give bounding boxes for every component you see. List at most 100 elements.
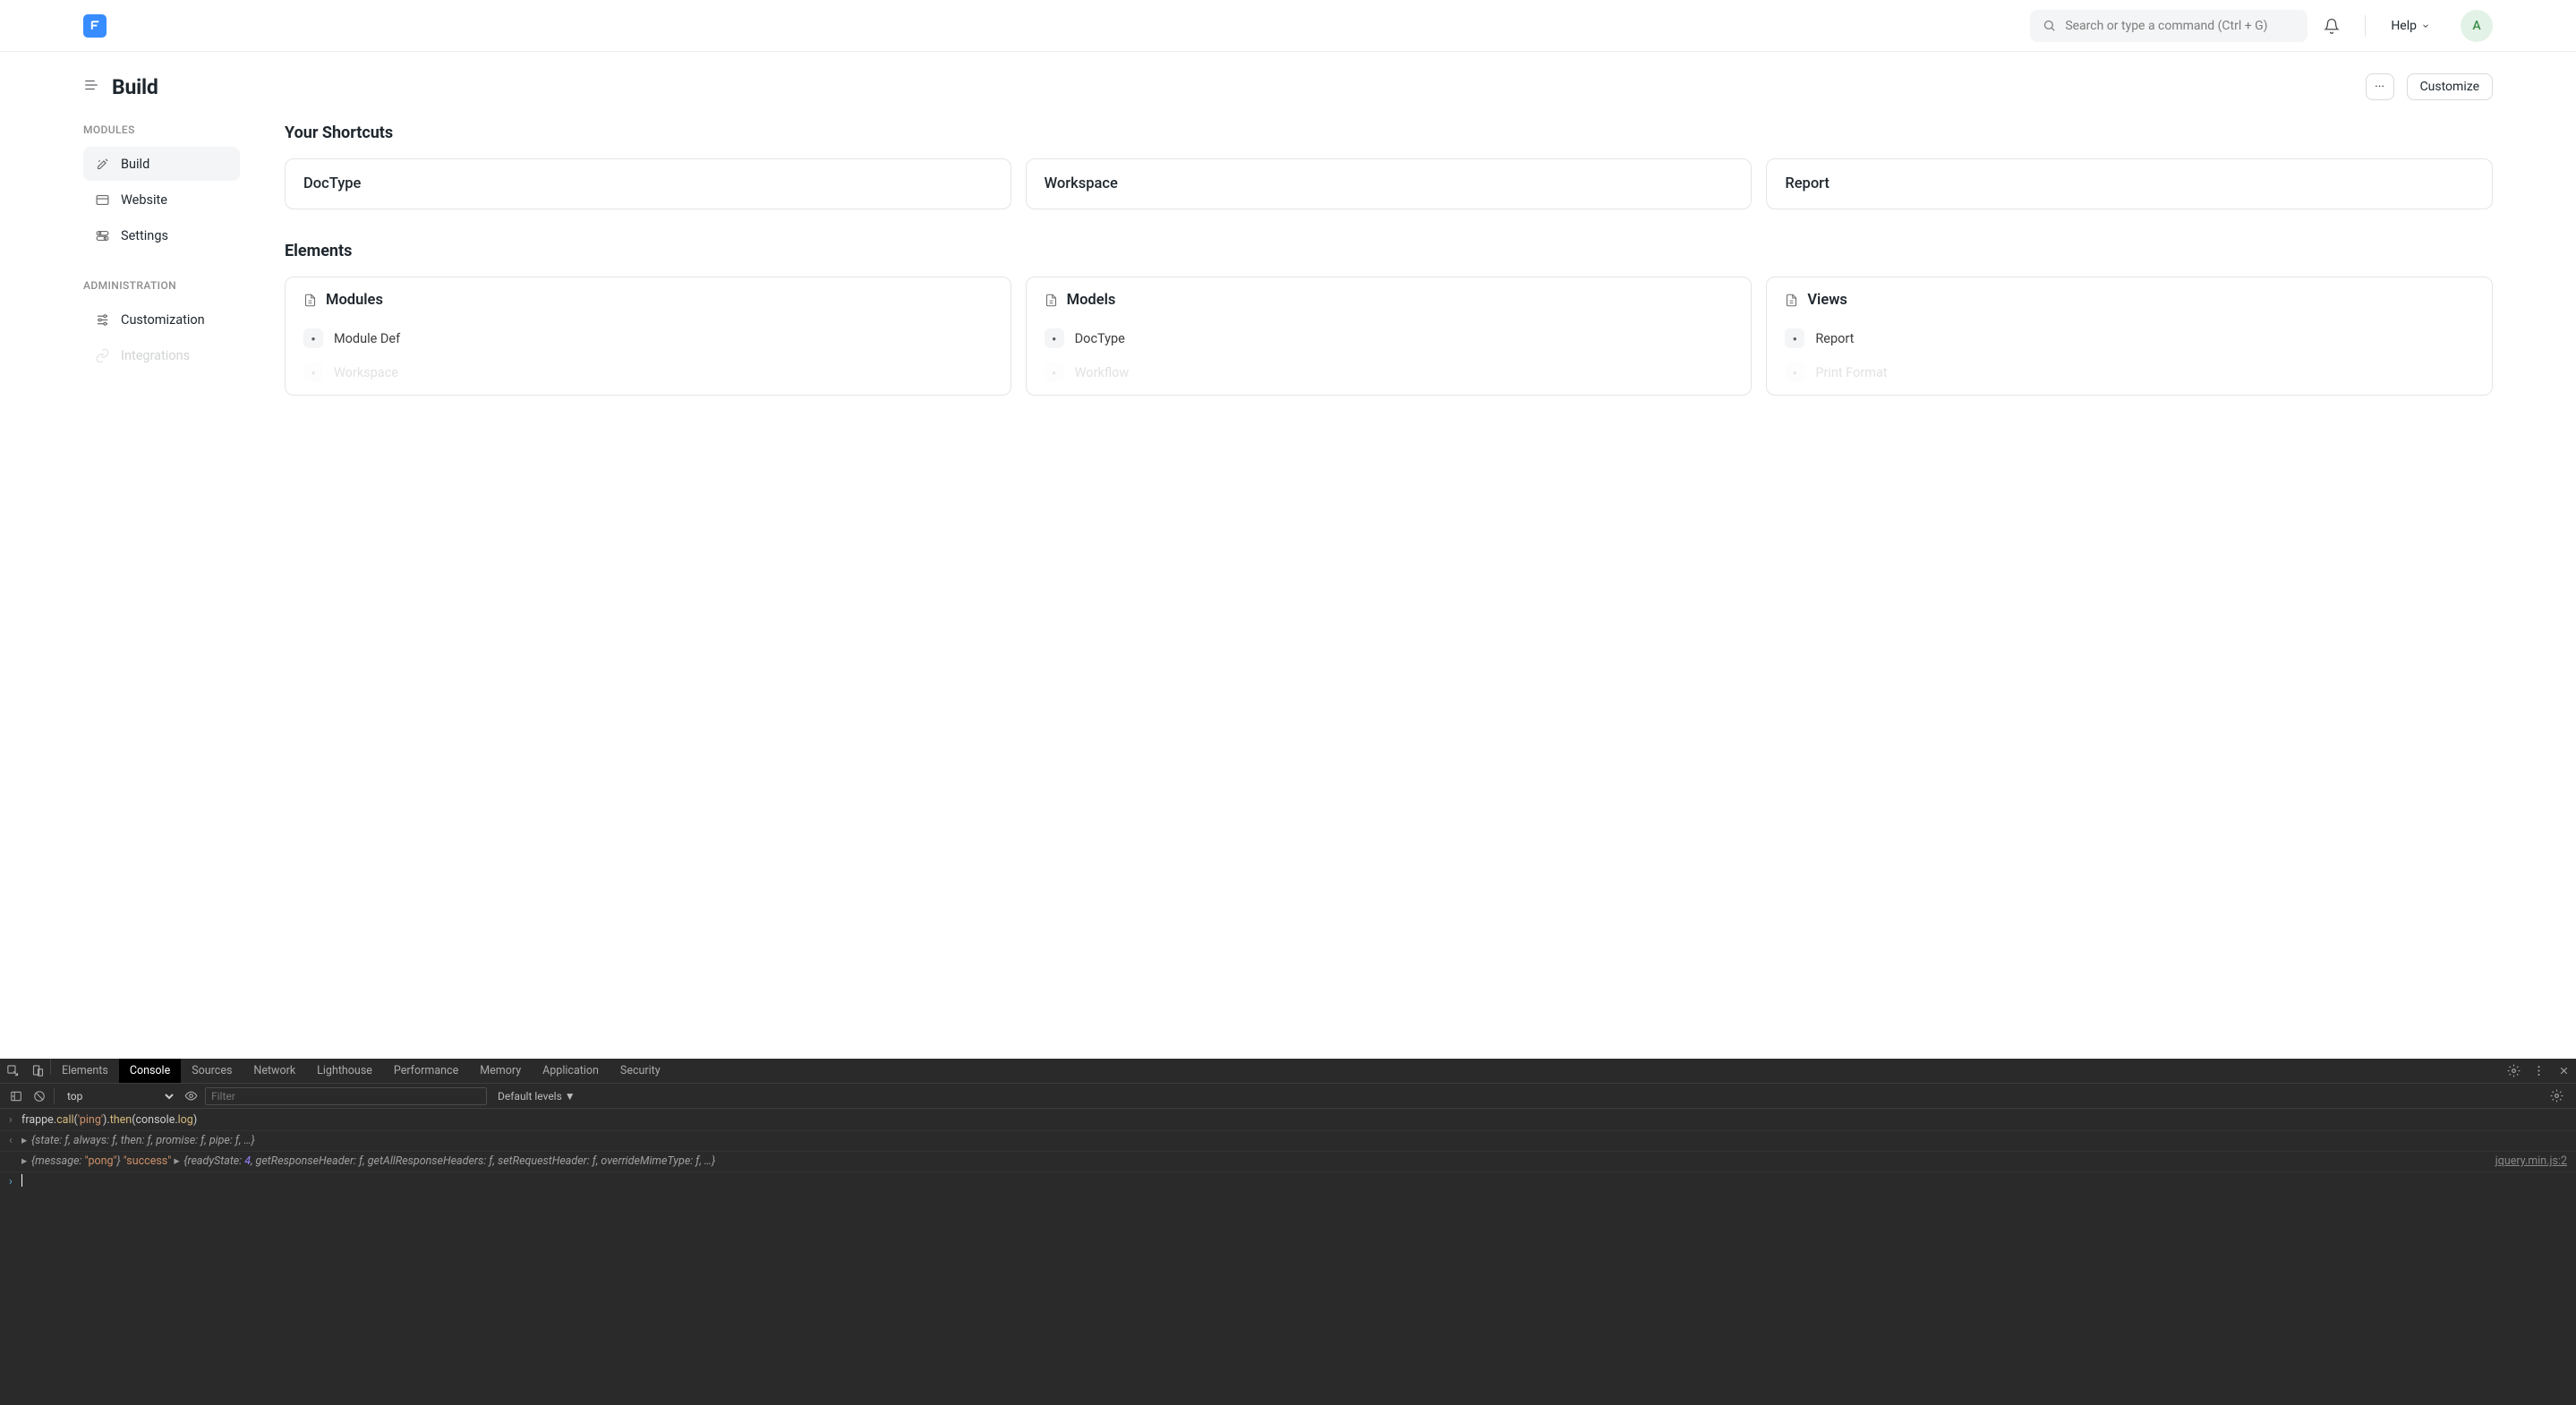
shortcut-label: Workspace xyxy=(1045,175,1118,192)
devtools-settings-button[interactable] xyxy=(2501,1059,2526,1083)
bullet-icon: ● xyxy=(303,362,323,382)
console-prompt-line[interactable]: › xyxy=(0,1172,2576,1192)
devtools-tab-console[interactable]: Console xyxy=(119,1059,181,1083)
element-card-models: Models ● DocType ●Workflow xyxy=(1026,277,1753,396)
console-object[interactable]: {readyState: 4, getResponseHeader: ƒ, ge… xyxy=(183,1154,715,1170)
tools-icon xyxy=(94,156,110,172)
shortcuts-grid: DocType Workspace Report xyxy=(285,158,2493,209)
devtools-close-button[interactable] xyxy=(2551,1059,2576,1083)
page-title: Build xyxy=(112,75,158,99)
shortcuts-title: Your Shortcuts xyxy=(285,123,2493,142)
element-card-views: Views ●Report ●Print Format xyxy=(1766,277,2493,396)
sidebar-item-label: Website xyxy=(121,192,167,208)
ban-icon xyxy=(33,1090,46,1103)
card-title: Models xyxy=(1067,292,1116,309)
device-icon xyxy=(31,1064,45,1077)
chevron-down-icon xyxy=(2421,21,2430,30)
console-toolbar: top Default levels ▼ xyxy=(0,1084,2576,1109)
element-item[interactable]: ● Workspace xyxy=(303,355,993,389)
element-item[interactable]: ●Print Format xyxy=(1785,355,2474,389)
global-search[interactable]: Search or type a command (Ctrl + G) xyxy=(2030,10,2307,42)
document-icon xyxy=(1045,294,1058,307)
bullet-icon: ● xyxy=(303,328,323,348)
user-avatar[interactable]: A xyxy=(2461,10,2493,42)
devtools-tabbar: Elements Console Sources Network Lightho… xyxy=(0,1059,2576,1084)
bell-icon xyxy=(2324,18,2340,34)
app-body: Build ··· Customize MODULES Build Websi xyxy=(0,52,2576,1405)
element-item-label: Workflow xyxy=(1075,365,1130,380)
spacer xyxy=(83,254,240,279)
elements-grid: Modules ●Module Def ● Workspace Models ● D… xyxy=(285,277,2493,396)
console-object[interactable]: {state: ƒ, always: ƒ, then: ƒ, promise: … xyxy=(31,1133,255,1149)
console-sidebar-toggle[interactable] xyxy=(7,1090,25,1103)
live-expression-button[interactable] xyxy=(182,1089,200,1103)
element-item[interactable]: ● DocType xyxy=(1045,321,1734,355)
devtools-menu-button[interactable] xyxy=(2526,1059,2551,1083)
sidebar-section-modules: MODULES xyxy=(83,123,240,136)
log-levels-dropdown[interactable]: Default levels ▼ xyxy=(492,1090,581,1103)
element-item[interactable]: ●Module Def xyxy=(303,321,993,355)
help-label: Help xyxy=(2391,19,2417,33)
help-dropdown[interactable]: Help xyxy=(2385,19,2435,33)
sidebar-item-integrations[interactable]: Integrations xyxy=(83,338,240,372)
inspect-element-button[interactable] xyxy=(0,1059,25,1083)
page-header: Build ··· Customize xyxy=(0,52,2576,100)
close-icon xyxy=(2558,1065,2570,1077)
app-logo[interactable] xyxy=(83,14,107,38)
shortcut-report[interactable]: Report xyxy=(1766,158,2493,209)
element-item-label: DocType xyxy=(1075,331,1125,346)
devtools-tab-elements[interactable]: Elements xyxy=(51,1059,119,1083)
context-selector[interactable]: top xyxy=(60,1087,176,1105)
main-content: Your Shortcuts DocType Workspace Report … xyxy=(285,123,2493,1059)
expand-arrow-icon[interactable]: ▸ xyxy=(21,1154,29,1170)
bullet-icon: ● xyxy=(1045,328,1064,348)
console-filter-input[interactable] xyxy=(205,1087,487,1105)
console-code: frappe.call('ping').then(console.log) xyxy=(21,1112,197,1128)
gear-icon xyxy=(2550,1089,2563,1103)
notifications-button[interactable] xyxy=(2318,13,2345,39)
more-actions-button[interactable]: ··· xyxy=(2366,73,2394,100)
element-item-label: Workspace xyxy=(334,365,398,380)
divider xyxy=(54,1088,55,1104)
shortcut-label: Report xyxy=(1785,175,1830,192)
sidebar-item-build[interactable]: Build xyxy=(83,147,240,181)
expand-arrow-icon[interactable]: ▸ xyxy=(21,1133,29,1149)
sidebar-item-label: Integrations xyxy=(121,348,190,363)
bullet-icon: ● xyxy=(1785,328,1804,348)
return-icon: ‹ xyxy=(9,1133,21,1149)
expand-arrow-icon[interactable]: ▸ xyxy=(174,1154,181,1170)
source-link[interactable]: jquery.min.js:2 xyxy=(2495,1154,2567,1170)
console-value[interactable]: "success" xyxy=(124,1154,171,1170)
sidebar-item-label: Customization xyxy=(121,312,205,328)
devtools-tab-security[interactable]: Security xyxy=(610,1059,671,1083)
search-placeholder: Search or type a command (Ctrl + G) xyxy=(2065,19,2267,33)
devtools-tab-sources[interactable]: Sources xyxy=(181,1059,243,1083)
devtools-tab-lighthouse[interactable]: Lighthouse xyxy=(306,1059,383,1083)
card-title: Modules xyxy=(326,292,383,309)
customize-label: Customize xyxy=(2420,80,2479,94)
sidebar-item-customization[interactable]: Customization xyxy=(83,302,240,336)
device-toggle-button[interactable] xyxy=(25,1059,50,1083)
shortcut-doctype[interactable]: DocType xyxy=(285,158,1011,209)
devtools-tab-performance[interactable]: Performance xyxy=(383,1059,469,1083)
card-header: Models xyxy=(1045,292,1734,309)
devtools-tab-network[interactable]: Network xyxy=(243,1059,306,1083)
element-item-label: Report xyxy=(1815,331,1854,346)
customize-button[interactable]: Customize xyxy=(2407,73,2493,100)
sidebar-toggle[interactable] xyxy=(83,77,99,97)
element-item[interactable]: ●Workflow xyxy=(1045,355,1734,389)
devtools-tab-memory[interactable]: Memory xyxy=(469,1059,532,1083)
console-value[interactable]: {message: "pong"} xyxy=(31,1154,121,1170)
sidebar: MODULES Build Website Settings xyxy=(83,123,240,1059)
sidebar-item-website[interactable]: Website xyxy=(83,183,240,217)
element-item[interactable]: ● Report xyxy=(1785,321,2474,355)
devtools-tab-application[interactable]: Application xyxy=(532,1059,610,1083)
sidebar-section-admin: ADMINISTRATION xyxy=(83,279,240,292)
search-icon xyxy=(2043,19,2056,32)
console-output[interactable]: › frappe.call('ping').then(console.log) … xyxy=(0,1109,2576,1405)
content: MODULES Build Website Settings xyxy=(0,100,2576,1059)
sidebar-item-settings[interactable]: Settings xyxy=(83,218,240,252)
shortcut-workspace[interactable]: Workspace xyxy=(1026,158,1753,209)
console-settings-button[interactable] xyxy=(2544,1089,2569,1103)
clear-console-button[interactable] xyxy=(30,1090,48,1103)
